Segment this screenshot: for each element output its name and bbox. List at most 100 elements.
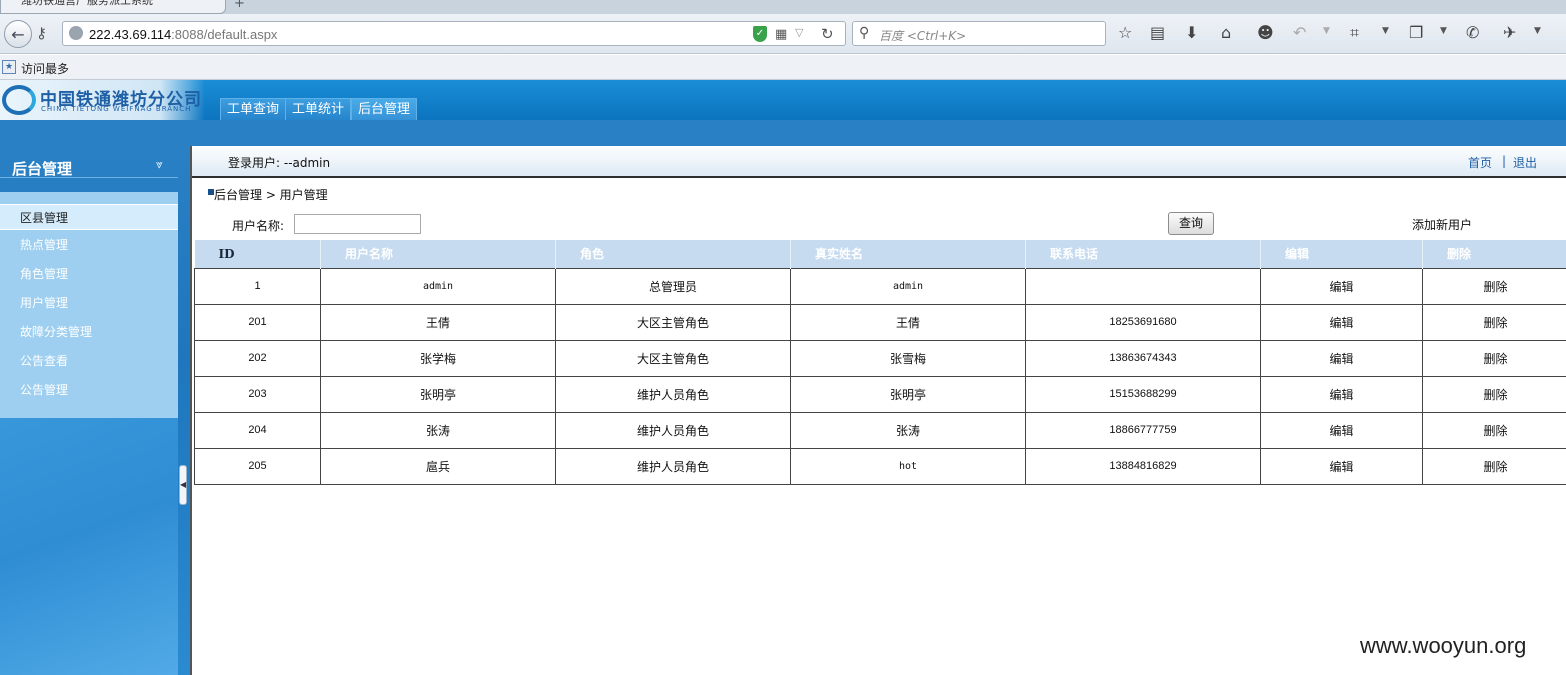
cell-id: 203 [194,375,321,413]
col-header-id: ID [194,240,321,268]
table-row: 205 扈兵 维护人员角色 hot 13884816829 编辑 删除 [194,447,1566,485]
reading-list-icon[interactable]: ▤ [1150,24,1165,42]
window-dropdown-icon[interactable]: ▼ [1440,26,1447,36]
watermark: www.wooyun.org [1360,633,1527,658]
undo-icon[interactable]: ↶ [1293,24,1306,42]
sidebar-item-hotspot[interactable]: 热点管理 [0,232,178,258]
edit-link[interactable]: 编辑 [1260,375,1423,413]
crop-dropdown-icon[interactable]: ▼ [1382,26,1389,36]
smiley-icon[interactable]: ☻ [1257,24,1274,42]
back-button[interactable]: ← [4,20,32,48]
cell-username: admin [320,267,556,305]
address-bar[interactable]: 222.43.69.114:8088/default.aspx ✓ ▦ ▽ ↻ [62,21,846,46]
col-header-edit: 编辑 [1260,240,1423,268]
sidebar-item-fault-category[interactable]: 故障分类管理 [0,319,178,345]
logo-mark-icon [2,85,36,115]
bookmarks-bar: ★ 访问最多 [0,55,1566,80]
home-link[interactable]: 首页 [1468,154,1492,171]
shield-icon[interactable]: ✓ [753,26,767,42]
sidebar-item-notice-view[interactable]: 公告查看 [0,348,178,374]
browser-tabstrip: 潍坊铁通营厂服务派工系统 + [0,0,1566,14]
search-placeholder: 百度 <Ctrl+K> [879,29,967,43]
main-content: 登录用户: --admin 首页 | 退出 后台管理 > 用户管理 用户名称: … [190,146,1566,675]
cell-phone: 13863674343 [1025,339,1261,377]
delete-link[interactable]: 删除 [1422,267,1566,305]
edit-link[interactable]: 编辑 [1260,303,1423,341]
cell-phone: 13884816829 [1025,447,1261,485]
menu-dropdown-icon[interactable]: ▼ [1534,26,1541,36]
url-path: :8088/default.aspx [171,27,278,42]
search-icon: ⚲ [859,25,870,41]
cell-username: 张涛 [320,411,556,449]
edit-link[interactable]: 编辑 [1260,267,1423,305]
window-icon[interactable]: ❐ [1409,24,1423,42]
cell-username: 王倩 [320,303,556,341]
tab-admin[interactable]: 后台管理 [351,98,418,120]
delete-link[interactable]: 删除 [1422,339,1566,377]
sidebar-item-district[interactable]: 区县管理 [0,204,178,230]
tab-work-order-stats[interactable]: 工单统计 [285,98,352,120]
col-header-role: 角色 [555,240,791,268]
edit-link[interactable]: 编辑 [1260,411,1423,449]
chevron-double-down-icon[interactable]: ⩔ [156,157,163,172]
browser-navbar: ← ⚷ 222.43.69.114:8088/default.aspx ✓ ▦ … [0,14,1566,54]
sidebar-item-notice-manage[interactable]: 公告管理 [0,377,178,403]
query-button[interactable]: 查询 [1168,212,1214,235]
cell-phone: 18253691680 [1025,303,1261,341]
cell-phone: 18866777759 [1025,411,1261,449]
cell-role: 大区主管角色 [555,303,791,341]
bookmark-folder-icon[interactable]: ★ [2,60,16,74]
new-tab-icon[interactable]: + [234,0,245,11]
login-user-label: 登录用户: --admin [228,156,331,170]
delete-link[interactable]: 删除 [1422,375,1566,413]
download-icon[interactable]: ⬇ [1185,24,1198,42]
table-row: 203 张明亭 维护人员角色 张明亭 15153688299 编辑 删除 [194,375,1566,413]
cell-role: 维护人员角色 [555,411,791,449]
browser-tab[interactable]: 潍坊铁通营厂服务派工系统 [0,0,226,14]
cell-username: 张明亭 [320,375,556,413]
user-table: ID 用户名称 角色 真实姓名 联系电话 编辑 删除 1 admin 总管理员 … [194,240,1566,485]
cell-username: 扈兵 [320,447,556,485]
url-dropdown-icon[interactable]: ▽ [795,26,803,39]
delete-link[interactable]: 删除 [1422,447,1566,485]
cell-realname: 张明亭 [790,375,1026,413]
logout-link[interactable]: 退出 [1513,154,1537,171]
bookmark-most-visited[interactable]: 访问最多 [21,60,69,77]
company-logo: 中国铁通潍坊分公司 CHINA TIETONG WEIFNAG BRANCH [0,80,205,120]
sidebar-item-user[interactable]: 用户管理 [0,290,178,316]
cell-id: 205 [194,447,321,485]
reload-icon[interactable]: ↻ [821,25,834,43]
tab-work-order-query[interactable]: 工单查询 [220,98,287,120]
undo-dropdown-icon[interactable]: ▼ [1323,26,1330,36]
table-row: 201 王倩 大区主管角色 王倩 18253691680 编辑 删除 [194,303,1566,341]
user-bar: 登录用户: --admin 首页 | 退出 [192,146,1566,178]
edit-link[interactable]: 编辑 [1260,339,1423,377]
cell-realname: admin [790,267,1026,305]
sidebar-divider [0,177,178,178]
table-row: 202 张学梅 大区主管角色 张雪梅 13863674343 编辑 删除 [194,339,1566,377]
chat-icon[interactable]: ✆ [1466,24,1479,42]
qr-code-icon[interactable]: ▦ [775,27,787,42]
edit-link[interactable]: 编辑 [1260,447,1423,485]
delete-link[interactable]: 删除 [1422,303,1566,341]
star-icon[interactable]: ☆ [1118,24,1132,42]
url-text[interactable]: 222.43.69.114:8088/default.aspx [89,27,277,42]
key-icon[interactable]: ⚷ [36,24,47,42]
addon-icon[interactable]: ✈ [1503,24,1516,42]
table-header-row: ID 用户名称 角色 真实姓名 联系电话 编辑 删除 [194,240,1566,268]
app-header: 中国铁通潍坊分公司 CHINA TIETONG WEIFNAG BRANCH 工… [0,80,1566,120]
search-bar[interactable]: ⚲ 百度 <Ctrl+K> [852,21,1106,46]
add-user-link[interactable]: 添加新用户 [1412,216,1472,233]
arrow-left-icon: ← [11,24,25,44]
sidebar-menu: 区县管理 热点管理 角色管理 用户管理 故障分类管理 公告查看 公告管理 [0,192,178,418]
header-band [0,120,1566,146]
col-header-realname: 真实姓名 [790,240,1026,268]
username-filter-input[interactable] [294,214,421,234]
sidebar-item-role[interactable]: 角色管理 [0,261,178,287]
home-icon[interactable]: ⌂ [1221,24,1231,42]
delete-link[interactable]: 删除 [1422,411,1566,449]
crop-icon[interactable]: ⌗ [1350,24,1359,42]
sidebar-collapse-handle[interactable]: ◀ [179,465,187,505]
col-header-delete: 删除 [1422,240,1566,268]
url-host: 222.43.69.114 [89,27,172,42]
